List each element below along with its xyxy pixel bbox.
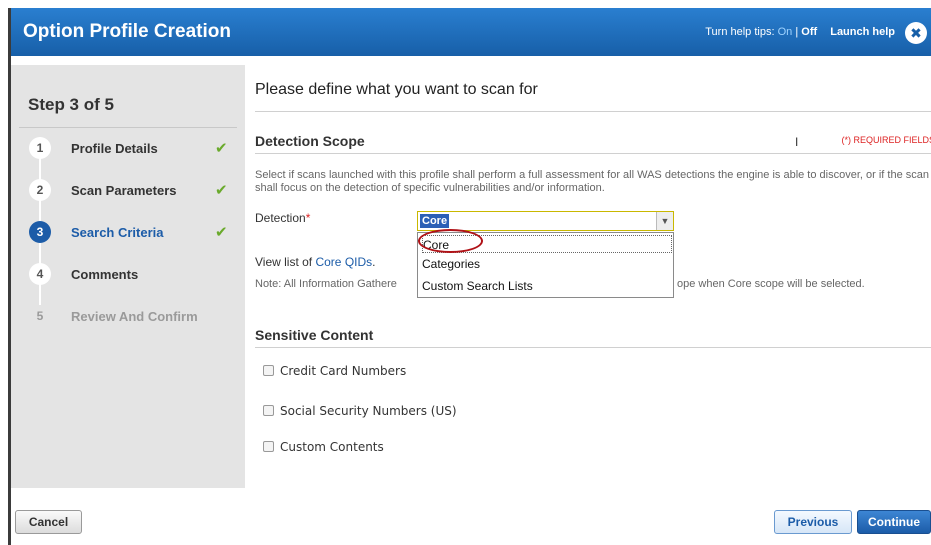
detection-description: Select if scans launched with this profi… [255, 169, 929, 194]
step-search-criteria[interactable]: 3 Search Criteria ✔ [29, 221, 239, 245]
main-content: Please define what you want to scan for … [255, 65, 931, 488]
checkbox-box[interactable] [263, 365, 274, 376]
sensitive-content-title: Sensitive Content [255, 327, 374, 343]
section-divider [255, 153, 931, 154]
step-counter: Step 3 of 5 [28, 95, 114, 114]
page-heading: Please define what you want to scan for [255, 81, 538, 98]
checkmark-icon: ✔ [215, 224, 228, 241]
step-number: 1 [29, 137, 51, 159]
chevron-down-icon[interactable]: ▼ [656, 212, 673, 230]
cancel-button[interactable]: Cancel [15, 510, 82, 534]
continue-button[interactable]: Continue [857, 510, 931, 534]
credit-card-checkbox[interactable]: Credit Card Numbers [263, 364, 406, 378]
required-star: * [305, 211, 311, 225]
checkmark-icon: ✔ [215, 182, 228, 199]
view-list-text: View list of Core QIDs. [255, 255, 376, 269]
sidebar-divider [19, 127, 237, 128]
step-number: 3 [29, 221, 51, 243]
custom-contents-checkbox[interactable]: Custom Contents [263, 440, 384, 454]
checkbox-label: Social Security Numbers (US) [280, 404, 457, 418]
detection-scope-title: Detection Scope [255, 133, 365, 149]
step-review-and-confirm: 5 Review And Confirm [29, 305, 239, 329]
previous-button[interactable]: Previous [774, 510, 852, 534]
checkbox-label: Custom Contents [280, 440, 384, 454]
dialog-title: Option Profile Creation [23, 21, 231, 42]
help-tips: Turn help tips: On | Off Launch help [705, 26, 895, 38]
core-qids-link[interactable]: Core QIDs [315, 255, 372, 269]
note-text-left: Note: All Information Gathere [255, 278, 397, 290]
close-icon[interactable]: ✖ [905, 22, 927, 44]
section-divider [255, 347, 931, 348]
help-off-link[interactable]: Off [801, 26, 817, 38]
checkmark-icon: ✔ [215, 140, 228, 157]
step-profile-details[interactable]: 1 Profile Details ✔ [29, 137, 239, 161]
detection-label: Detection* [255, 211, 310, 225]
text-cursor-icon: I [795, 135, 799, 149]
option-custom-search-lists[interactable]: Custom Search Lists [422, 277, 672, 295]
step-label: Review And Confirm [71, 309, 198, 324]
title-bar: Option Profile Creation Turn help tips: … [11, 8, 931, 56]
view-list-prefix: View list of [255, 255, 316, 269]
help-separator: | [792, 26, 802, 38]
help-tips-label: Turn help tips: [705, 26, 775, 38]
highlight-oval [418, 229, 483, 253]
checkbox-box[interactable] [263, 441, 274, 452]
ssn-checkbox[interactable]: Social Security Numbers (US) [263, 404, 457, 418]
step-number: 5 [36, 309, 44, 323]
required-fields-note: (*) REQUIRED FIELDS [841, 135, 931, 145]
note-text-right: ope when Core scope will be selected. [677, 278, 865, 290]
wizard-sidebar: Step 3 of 5 1 Profile Details ✔ 2 Scan P… [11, 65, 245, 488]
checkbox-box[interactable] [263, 405, 274, 416]
step-label: Comments [71, 267, 139, 282]
detection-label-text: Detection [255, 211, 306, 225]
step-number: 2 [29, 179, 51, 201]
option-profile-dialog: Option Profile Creation Turn help tips: … [8, 8, 931, 545]
detection-select-value: Core [420, 214, 450, 228]
view-list-suffix: . [372, 255, 376, 269]
step-label: Search Criteria [71, 225, 164, 240]
step-comments[interactable]: 4 Comments [29, 263, 239, 287]
step-label: Scan Parameters [71, 183, 177, 198]
detection-select[interactable]: Core ▼ [417, 211, 674, 231]
heading-divider [255, 111, 931, 112]
option-categories[interactable]: Categories [422, 255, 672, 273]
step-number: 4 [29, 263, 51, 285]
step-label: Profile Details [71, 141, 158, 156]
checkbox-label: Credit Card Numbers [280, 364, 407, 378]
launch-help-link[interactable]: Launch help [830, 26, 895, 38]
step-scan-parameters[interactable]: 2 Scan Parameters ✔ [29, 179, 239, 203]
help-on-link[interactable]: On [778, 26, 793, 38]
